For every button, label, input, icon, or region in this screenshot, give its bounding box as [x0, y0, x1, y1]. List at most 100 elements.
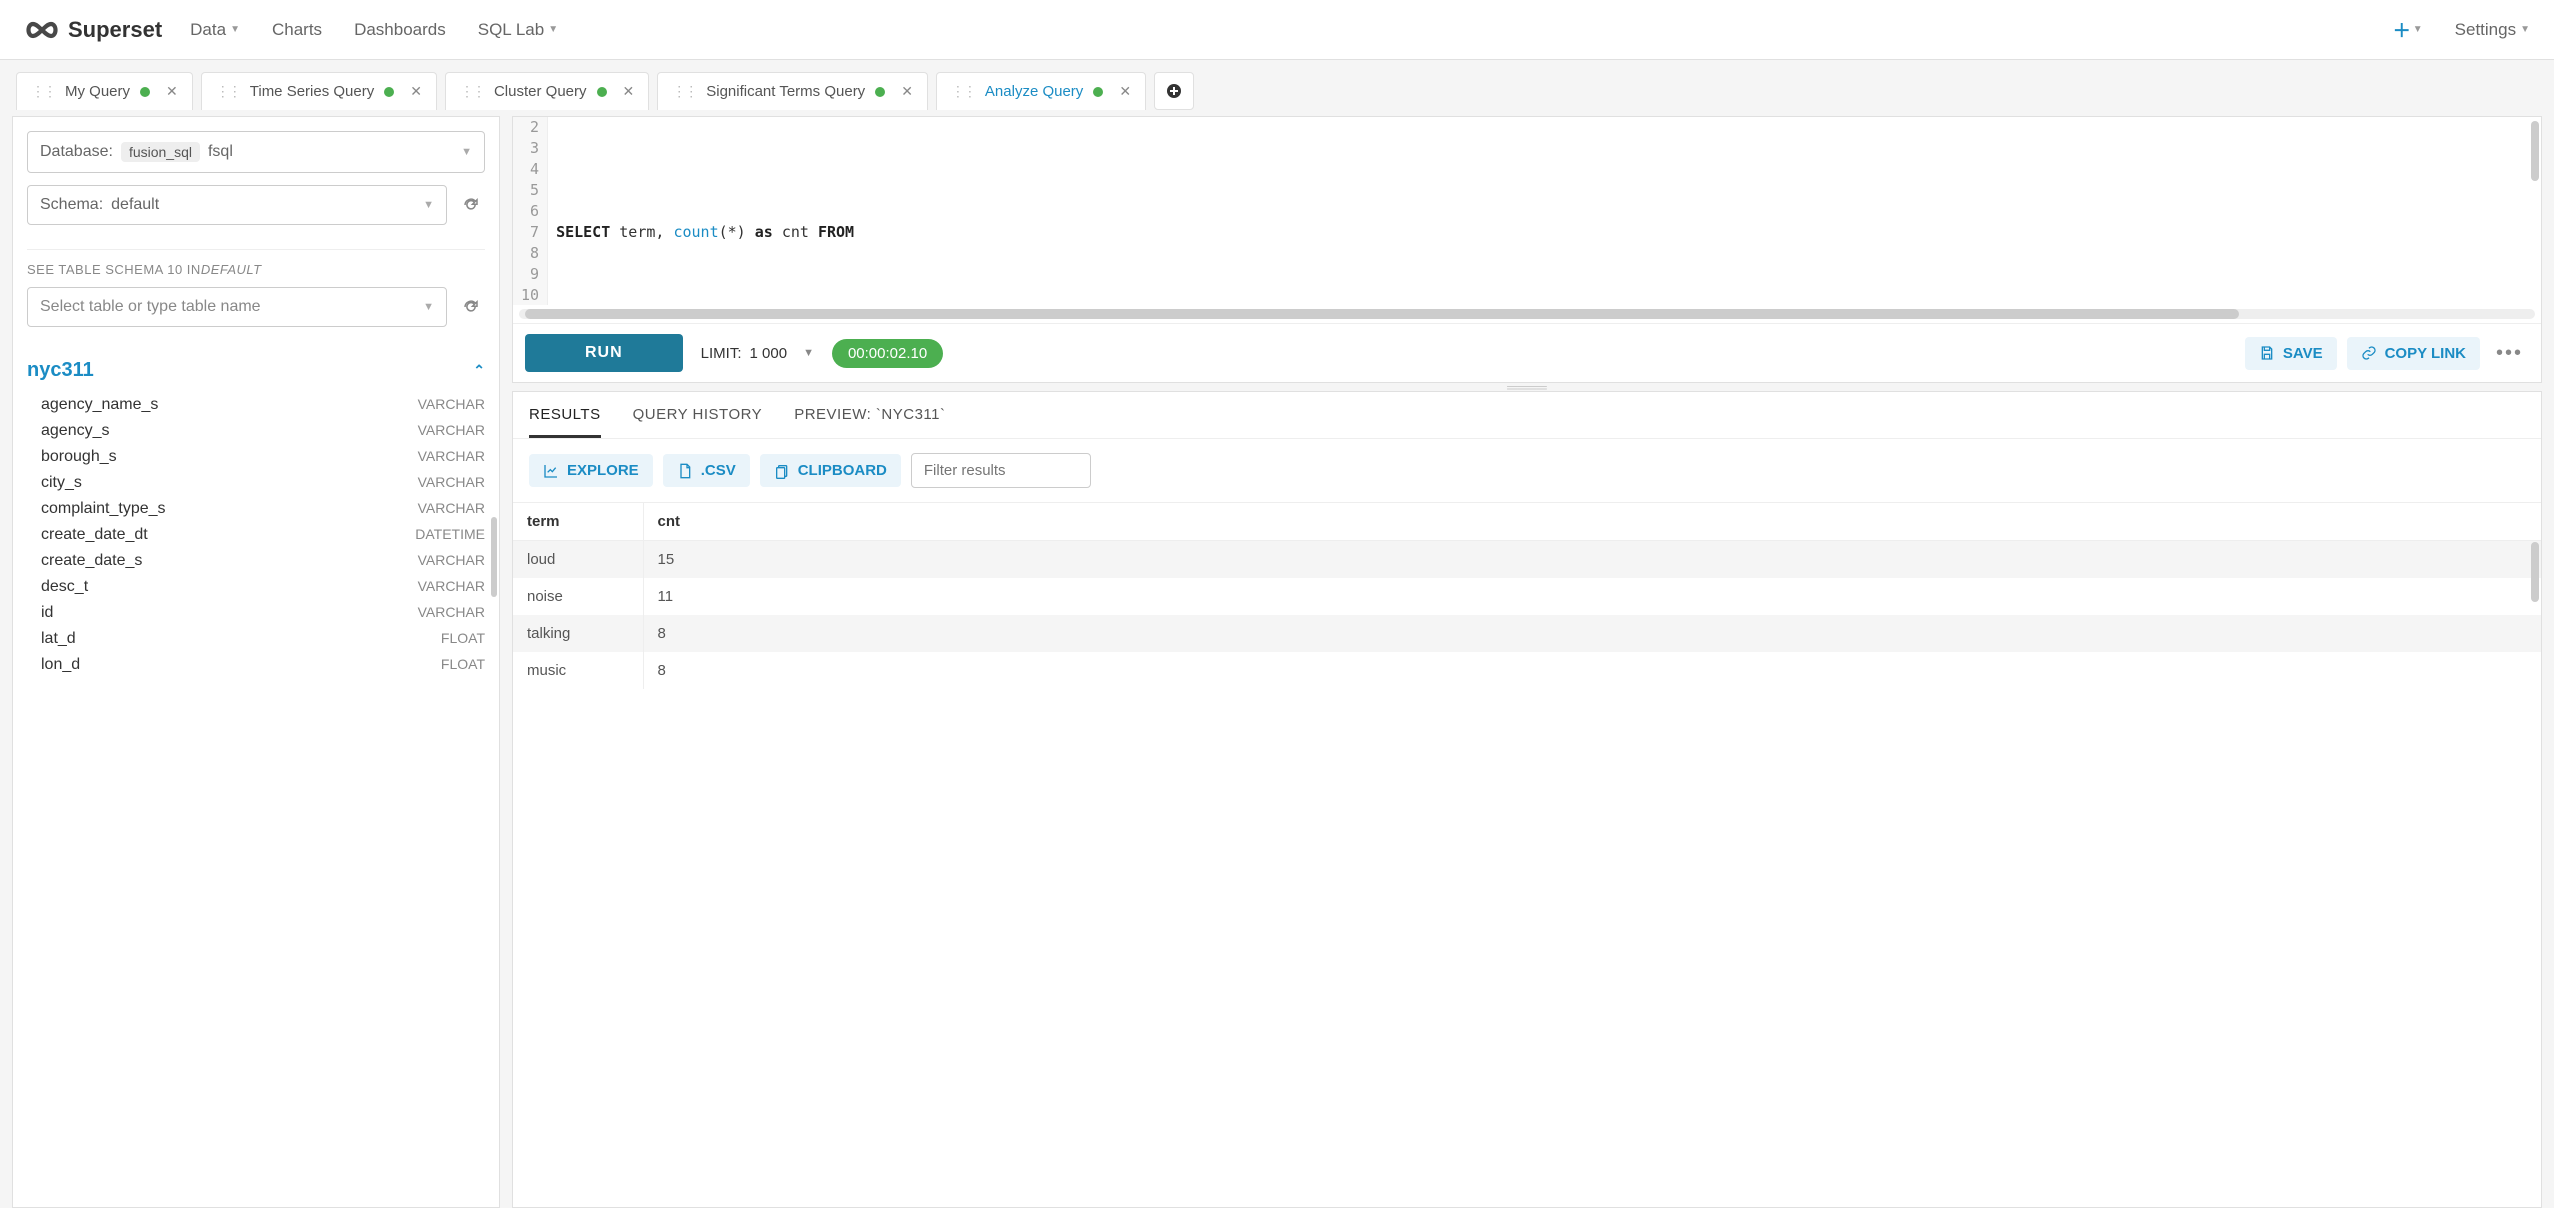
table-title[interactable]: nyc311 ⌃ — [27, 359, 485, 382]
copy-link-button[interactable]: COPY LINK — [2347, 337, 2480, 370]
column-name: create_date_s — [41, 552, 142, 570]
table-select[interactable]: Select table or type table name ▼ — [27, 287, 447, 327]
caret-down-icon: ▼ — [461, 146, 472, 158]
cell-term: loud — [513, 541, 643, 579]
close-icon[interactable]: ✕ — [166, 83, 178, 100]
column-row[interactable]: idVARCHAR — [41, 600, 485, 626]
database-value: fsql — [208, 143, 233, 161]
refresh-table-button[interactable] — [457, 293, 485, 321]
query-tabs: ⋮⋮ My Query ✕ ⋮⋮ Time Series Query ✕ ⋮⋮ … — [0, 72, 2554, 110]
column-name: complaint_type_s — [41, 500, 166, 518]
schema-hint: SEE TABLE SCHEMA 10 INDEFAULT — [27, 262, 485, 277]
column-type: VARCHAR — [418, 422, 485, 440]
table-row[interactable]: loud15 — [513, 541, 2541, 579]
tab-my-query[interactable]: ⋮⋮ My Query ✕ — [16, 72, 193, 110]
tab-query-history[interactable]: QUERY HISTORY — [633, 406, 763, 438]
column-type: VARCHAR — [418, 552, 485, 570]
drag-handle-icon[interactable]: ⋮⋮ — [672, 83, 696, 100]
limit-select[interactable]: LIMIT: 1 000 ▼ — [701, 345, 814, 362]
chevron-up-icon: ⌃ — [473, 362, 485, 379]
table-placeholder: Select table or type table name — [40, 298, 261, 316]
clipboard-icon — [774, 463, 790, 479]
brand-logo[interactable]: Superset — [24, 17, 162, 43]
cell-cnt: 8 — [643, 652, 2541, 689]
drag-handle-icon[interactable]: ⋮⋮ — [460, 83, 484, 100]
resize-handle[interactable]: ════ — [512, 383, 2542, 391]
column-row[interactable]: desc_tVARCHAR — [41, 574, 485, 600]
column-type: VARCHAR — [418, 500, 485, 518]
cell-cnt: 15 — [643, 541, 2541, 579]
nav-settings[interactable]: Settings▼ — [2455, 20, 2530, 40]
table-row[interactable]: noise11 — [513, 578, 2541, 615]
column-row[interactable]: complaint_type_s VARCHAR — [41, 496, 485, 522]
column-name: create_date_dt — [41, 526, 148, 544]
database-label: Database: — [40, 143, 113, 161]
status-dot-icon — [597, 87, 607, 97]
scrollbar[interactable] — [2531, 121, 2539, 181]
close-icon[interactable]: ✕ — [1119, 83, 1131, 100]
column-row[interactable]: borough_sVARCHAR — [41, 444, 485, 470]
status-dot-icon — [140, 87, 150, 97]
columns-list: agency_name_sVARCHARagency_sVARCHARborou… — [27, 392, 485, 1193]
file-icon — [677, 463, 693, 479]
caret-down-icon: ▼ — [548, 24, 558, 35]
column-row[interactable]: agency_sVARCHAR — [41, 418, 485, 444]
add-tab-button[interactable] — [1154, 72, 1194, 110]
column-header-term[interactable]: term — [513, 503, 643, 541]
column-row[interactable]: city_sVARCHAR — [41, 470, 485, 496]
column-header-cnt[interactable]: cnt — [643, 503, 2541, 541]
cell-term: talking — [513, 615, 643, 652]
drag-handle-icon[interactable]: ⋮⋮ — [951, 83, 975, 100]
tab-results[interactable]: RESULTS — [529, 406, 601, 438]
table-row[interactable]: talking8 — [513, 615, 2541, 652]
filter-results-input[interactable] — [911, 453, 1091, 488]
column-name: lat_d — [41, 630, 76, 648]
column-row[interactable]: agency_name_sVARCHAR — [41, 392, 485, 418]
database-select[interactable]: Database: fusion_sql fsql ▼ — [27, 131, 485, 173]
close-icon[interactable]: ✕ — [623, 83, 635, 100]
run-button[interactable]: RUN — [525, 334, 683, 372]
column-type: VARCHAR — [418, 396, 485, 414]
drag-handle-icon[interactable]: ⋮⋮ — [216, 83, 240, 100]
code-lines[interactable]: SELECT term, count(*) as cnt FROM (selec… — [548, 117, 2541, 305]
column-row[interactable]: lon_dFLOAT — [41, 652, 485, 678]
csv-button[interactable]: .CSV — [663, 454, 750, 487]
tab-label: Significant Terms Query — [706, 83, 865, 100]
line-gutter: 23456789101112 — [513, 117, 548, 305]
refresh-icon — [462, 298, 480, 316]
horizontal-scrollbar[interactable] — [519, 309, 2535, 319]
code-area[interactable]: 23456789101112 SELECT term, count(*) as … — [513, 117, 2541, 305]
tab-preview[interactable]: PREVIEW: `NYC311` — [794, 406, 945, 438]
nav-data[interactable]: Data▼ — [190, 20, 240, 40]
schema-select[interactable]: Schema: default ▼ — [27, 185, 447, 225]
table-row[interactable]: music8 — [513, 652, 2541, 689]
schema-label: Schema: — [40, 196, 103, 214]
column-row[interactable]: lat_dFLOAT — [41, 626, 485, 652]
tab-label: Time Series Query — [250, 83, 374, 100]
close-icon[interactable]: ✕ — [901, 83, 913, 100]
save-button[interactable]: SAVE — [2245, 337, 2337, 370]
more-menu-button[interactable]: ••• — [2490, 342, 2529, 365]
workspace: Database: fusion_sql fsql ▼ Schema: defa… — [0, 60, 2554, 1208]
column-name: borough_s — [41, 448, 117, 466]
close-icon[interactable]: ✕ — [410, 83, 422, 100]
column-row[interactable]: create_date_s VARCHAR — [41, 548, 485, 574]
column-row[interactable]: create_date_dtDATETIME — [41, 522, 485, 548]
nav-sqllab[interactable]: SQL Lab▼ — [478, 20, 558, 40]
add-button[interactable]: ＋▼ — [2393, 17, 2423, 43]
tab-analyze[interactable]: ⋮⋮ Analyze Query ✕ — [936, 72, 1146, 110]
refresh-schema-button[interactable] — [457, 191, 485, 219]
clipboard-button[interactable]: CLIPBOARD — [760, 454, 901, 487]
explore-button[interactable]: EXPLORE — [529, 454, 653, 487]
tab-time-series[interactable]: ⋮⋮ Time Series Query ✕ — [201, 72, 437, 110]
tab-cluster[interactable]: ⋮⋮ Cluster Query ✕ — [445, 72, 649, 110]
column-type: FLOAT — [441, 656, 485, 674]
tab-significant-terms[interactable]: ⋮⋮ Significant Terms Query ✕ — [657, 72, 928, 110]
column-name: id — [41, 604, 53, 622]
nav-charts[interactable]: Charts — [272, 20, 322, 40]
nav-dashboards[interactable]: Dashboards — [354, 20, 446, 40]
caret-down-icon: ▼ — [423, 199, 434, 211]
scrollbar[interactable] — [2531, 542, 2539, 602]
drag-handle-icon[interactable]: ⋮⋮ — [31, 83, 55, 100]
scrollbar[interactable] — [491, 517, 497, 597]
